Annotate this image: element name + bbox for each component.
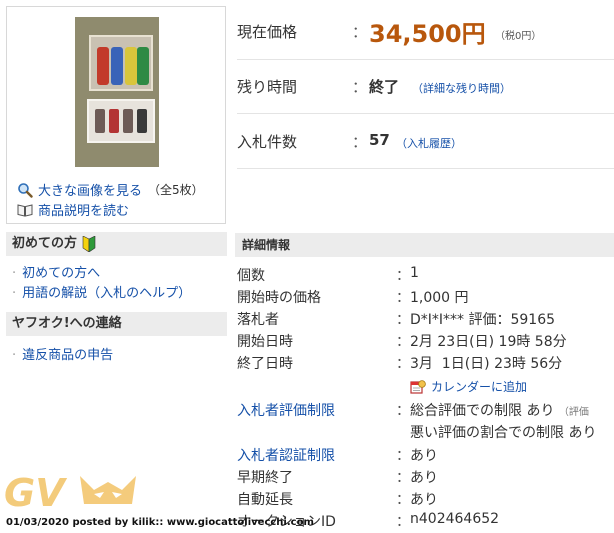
photo-toy-tray bbox=[87, 99, 155, 143]
watermark-logo-text: GV bbox=[4, 471, 67, 514]
price-colon: ： bbox=[352, 23, 368, 41]
add-to-calendar-link[interactable]: カレンダーに追加 bbox=[410, 378, 527, 395]
sidebar-item-beginners[interactable]: · 初めての方へ bbox=[12, 262, 100, 281]
end-date-value: 3月 1日(日) 23時 56分 bbox=[410, 356, 563, 372]
item-photo[interactable] bbox=[75, 17, 159, 167]
sidebar-item-glossary-label[interactable]: 用語の解説（入札のヘルプ） bbox=[22, 286, 191, 301]
bid-history-link[interactable]: （入札履歴） bbox=[396, 135, 462, 151]
detail-colon: ： bbox=[396, 492, 410, 508]
time-left-label: 残り時間 bbox=[237, 78, 298, 96]
winner-value: D*I*I*** 評価：59165 bbox=[410, 312, 556, 328]
auto-extend-value: あり bbox=[410, 492, 438, 508]
auto-extend-label: 自動延長 bbox=[237, 492, 293, 508]
beginner-mark-icon bbox=[82, 236, 96, 252]
details-heading: 詳細情報 bbox=[235, 233, 614, 257]
read-description-link[interactable]: 商品説明を読む bbox=[17, 200, 129, 219]
image-count: （全5枚） bbox=[148, 183, 204, 197]
time-colon: ： bbox=[352, 78, 368, 96]
tax-note: （税0円） bbox=[495, 31, 542, 42]
read-description-label[interactable]: 商品説明を読む bbox=[38, 200, 129, 219]
divider bbox=[237, 59, 614, 60]
detail-colon: ： bbox=[396, 470, 410, 486]
detailed-time-link[interactable]: （詳細な残り時間） bbox=[412, 80, 511, 96]
start-date-value: 2月 23日(日) 19時 58分 bbox=[410, 334, 567, 350]
divider bbox=[237, 113, 614, 114]
add-to-calendar-label[interactable]: カレンダーに追加 bbox=[431, 378, 527, 395]
sidebar-item-beginners-label[interactable]: 初めての方へ bbox=[22, 266, 100, 281]
cat-logo-icon bbox=[80, 476, 136, 504]
early-end-label: 早期終了 bbox=[237, 470, 293, 486]
detail-colon: ： bbox=[396, 403, 410, 419]
detail-colon: ： bbox=[396, 448, 410, 464]
sidebar-item-glossary[interactable]: · 用語の解説（入札のヘルプ） bbox=[12, 282, 191, 301]
book-icon bbox=[17, 203, 33, 217]
detail-colon: ： bbox=[396, 290, 410, 306]
start-price-value: 1,000 円 bbox=[410, 290, 469, 306]
contact-heading-text: ヤフオク!への連絡 bbox=[12, 316, 122, 331]
enlarge-image-link[interactable]: 大きな画像を見る （全5枚） bbox=[17, 180, 204, 199]
bidder-auth-limit-value: あり bbox=[410, 448, 438, 464]
detail-colon: ： bbox=[396, 312, 410, 328]
early-end-value: あり bbox=[410, 470, 438, 486]
beginners-heading: 初めての方 bbox=[6, 232, 227, 256]
detail-colon: ： bbox=[396, 514, 410, 530]
bidder-rating-limit-value: 総合評価での制限 あり （評価 bbox=[410, 400, 589, 420]
photo-toy-box bbox=[89, 35, 153, 91]
current-price-value: 34,500円 bbox=[369, 20, 486, 48]
bids-colon: ： bbox=[352, 133, 368, 151]
calendar-icon bbox=[410, 379, 426, 394]
beginners-heading-text: 初めての方 bbox=[12, 236, 78, 251]
end-date-label: 終了日時 bbox=[237, 356, 293, 372]
sidebar-item-report-label[interactable]: 違反商品の申告 bbox=[22, 348, 113, 363]
watermark-logo: GV bbox=[4, 471, 136, 514]
quantity-label: 個数 bbox=[237, 268, 265, 284]
start-price-label: 開始時の価格 bbox=[237, 290, 321, 306]
bidder-auth-limit-label[interactable]: 入札者認証制限 bbox=[237, 445, 335, 465]
detail-colon: ： bbox=[396, 356, 410, 372]
bad-rating-limit-value: 悪い評価の割合での制限 あり bbox=[410, 425, 597, 441]
start-date-label: 開始日時 bbox=[237, 334, 293, 350]
bid-count-label: 入札件数 bbox=[237, 133, 298, 151]
contact-heading: ヤフオク!への連絡 bbox=[6, 312, 227, 336]
rating-limit-note: （評価 bbox=[558, 407, 589, 418]
item-photo-panel: 大きな画像を見る （全5枚） 商品説明を読む bbox=[6, 6, 226, 224]
time-left-value: 終了 bbox=[369, 78, 400, 96]
winner-label: 落札者 bbox=[237, 312, 279, 328]
watermark-footer: 01/03/2020 posted by kilik:: www.giocatt… bbox=[6, 517, 314, 528]
quantity-value: 1 bbox=[410, 265, 419, 281]
overall-rating-limit: 総合評価での制限 あり bbox=[410, 403, 555, 419]
enlarge-image-label[interactable]: 大きな画像を見る bbox=[38, 180, 142, 199]
detail-colon: ： bbox=[396, 268, 410, 284]
divider bbox=[237, 168, 614, 169]
current-price-label: 現在価格 bbox=[237, 23, 298, 41]
bid-count-value: 57 bbox=[369, 131, 390, 149]
magnifier-icon bbox=[18, 182, 33, 198]
bidder-rating-limit-label[interactable]: 入札者評価制限 bbox=[237, 400, 335, 420]
detail-colon: ： bbox=[396, 334, 410, 350]
auction-id-value: n402464652 bbox=[410, 511, 500, 527]
sidebar-item-report[interactable]: · 違反商品の申告 bbox=[12, 344, 113, 363]
